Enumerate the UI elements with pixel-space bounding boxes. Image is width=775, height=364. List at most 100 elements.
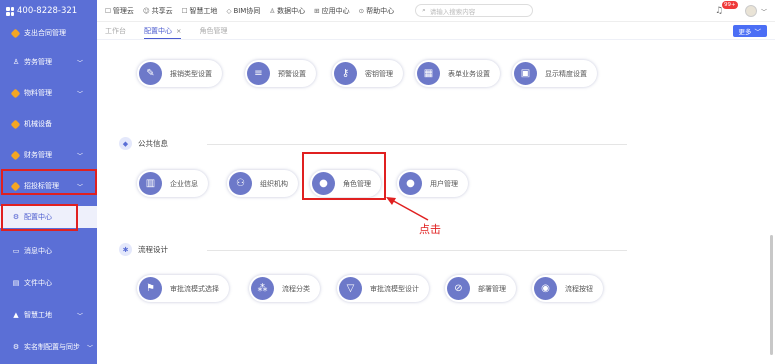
bell-icon: ♫ xyxy=(714,6,724,16)
sidebar-item-finance[interactable]: 财务管理 ﹀ xyxy=(0,144,97,166)
key-management[interactable]: ⚷ 密钥管理 xyxy=(332,60,403,87)
chat-icon: ▭ xyxy=(12,247,20,255)
pill-label: 审批流模型设计 xyxy=(370,284,419,293)
nav-app-center[interactable]: ⊞ 应用中心 xyxy=(314,6,349,16)
pill-label: 表单业务设置 xyxy=(448,69,490,78)
close-icon[interactable]: × xyxy=(176,27,181,35)
deployment-management[interactable]: ⊘ 部署管理 xyxy=(445,275,516,302)
nav-label: 数据中心 xyxy=(277,6,306,15)
helmet-icon: ▲ xyxy=(13,311,19,319)
pill-label: 部署管理 xyxy=(478,284,506,293)
chevron-down-icon: ﹀ xyxy=(760,8,767,16)
sidebar-item-label: 财务管理 xyxy=(24,151,52,159)
sidebar-item-label: 机械设备 xyxy=(24,120,52,128)
square-icon: ☐ xyxy=(181,6,188,15)
nav-bim[interactable]: ◇ BIM协同 xyxy=(226,6,260,16)
notification-button[interactable]: ♫ 99+ xyxy=(714,0,738,22)
section-title: 公共信息 xyxy=(138,139,168,148)
sidebar-item-material[interactable]: 物料管理 ﹀ xyxy=(0,82,97,104)
sidebar-item-files[interactable]: ▤ 文件中心 xyxy=(0,272,97,294)
sidebar-item-realname[interactable]: ⚙ 实名制配置与同步 ﹀ xyxy=(0,336,97,358)
gem-icon xyxy=(10,88,21,98)
nav-management-cloud[interactable]: ☐ 管理云 xyxy=(105,6,134,16)
pill-label: 企业信息 xyxy=(170,179,198,188)
tab-config-center[interactable]: 配置中心 × xyxy=(144,22,182,39)
monitor-icon: ▣ xyxy=(514,62,537,85)
sidebar-item-messages[interactable]: ▭ 消息中心 xyxy=(0,240,97,262)
scrollbar[interactable] xyxy=(770,235,773,355)
search-icon: ⌕ xyxy=(422,6,426,14)
chevron-down-icon: ﹀ xyxy=(76,90,83,98)
highlight-bidding xyxy=(1,169,97,195)
tab-bar: 工作台 配置中心 × 角色管理 更多 ﹀ xyxy=(97,22,775,39)
sidebar-item-smart-site[interactable]: ▲ 智慧工地 ﹀ xyxy=(0,304,97,326)
pill-label: 流程分类 xyxy=(282,284,310,293)
pill-label: 报销类型设置 xyxy=(170,69,212,78)
click-callout: 点击 xyxy=(419,223,441,236)
chevron-down-icon: ﹀ xyxy=(76,152,83,160)
sidebar-item-machinery[interactable]: 机械设备 xyxy=(0,113,97,135)
key-icon: ⚷ xyxy=(334,62,357,85)
topbar-right: ♫ 99+ ﹀ xyxy=(715,0,767,22)
chevron-down-icon: ﹀ xyxy=(754,28,762,36)
chevron-down-icon: ﹀ xyxy=(76,312,83,320)
chevron-down-icon: ﹀ xyxy=(86,344,93,352)
gem-icon xyxy=(10,119,21,129)
smile-icon: ☺ xyxy=(142,6,150,15)
org-structure[interactable]: ⚇ 组织机构 xyxy=(227,170,298,197)
list-icon: ≡ xyxy=(247,62,270,85)
flow-buttons[interactable]: ◉ 流程按钮 xyxy=(532,275,603,302)
form-business-settings[interactable]: ▦ 表单业务设置 xyxy=(415,60,500,87)
tab-role-management[interactable]: 角色管理 xyxy=(199,22,227,39)
flow-category[interactable]: ⁂ 流程分类 xyxy=(249,275,320,302)
warning-settings[interactable]: ≡ 预警设置 xyxy=(245,60,316,87)
avatar xyxy=(744,5,757,17)
cube-icon: ◇ xyxy=(226,6,232,15)
more-button[interactable]: 更多 ﹀ xyxy=(732,25,767,37)
search-placeholder: 请输入搜索内容 xyxy=(429,7,476,16)
highlight-config xyxy=(1,204,78,231)
approval-mode-select[interactable]: ⚑ 审批流模式选择 xyxy=(137,275,229,302)
search-input[interactable]: ⌕ 请输入搜索内容 xyxy=(415,4,534,17)
precision-settings[interactable]: ▣ 显示精度设置 xyxy=(512,60,597,87)
tag-icon: ◆ xyxy=(119,137,132,150)
pill-label: 显示精度设置 xyxy=(545,69,587,78)
main-content: ✎ 报销类型设置 ≡ 预警设置 ⚷ 密钥管理 ▦ 表单业务设置 ▣ 显示精度设置… xyxy=(97,40,775,364)
grid-icon: ⊞ xyxy=(314,6,320,15)
chevron-down-icon: ﹀ xyxy=(76,59,83,67)
sidebar-item-label: 劳务管理 xyxy=(24,58,52,66)
sidebar-item-label: 文件中心 xyxy=(24,279,52,287)
nav-smart-site[interactable]: ☐ 智慧工地 xyxy=(182,6,218,16)
user-menu[interactable]: ﹀ xyxy=(744,5,767,17)
nav-label: 管理云 xyxy=(112,6,134,15)
nav-shared-cloud[interactable]: ☺ 共享云 xyxy=(143,6,173,16)
company-info[interactable]: ▥ 企业信息 xyxy=(137,170,208,197)
notification-badge: 99+ xyxy=(721,1,738,9)
form-icon: ▦ xyxy=(417,62,440,85)
top-navigation: ☐ 管理云 ☺ 共享云 ☐ 智慧工地 ◇ BIM协同 ♙ 数据中心 ⊞ 应用中心 ⊙ 帮助中心… xyxy=(97,0,775,22)
pill-label: 用户管理 xyxy=(430,179,458,188)
sidebar-item-label: 实名制配置与同步 xyxy=(24,343,80,351)
nav-label: BIM协同 xyxy=(233,6,261,15)
user-management[interactable]: ● 用户管理 xyxy=(397,170,468,197)
gem-icon xyxy=(10,28,21,38)
square-icon: ☐ xyxy=(105,6,111,15)
nav-help-center[interactable]: ⊙ 帮助中心 xyxy=(359,6,394,16)
gear-icon: ⚙ xyxy=(12,343,20,351)
pill-label: 预警设置 xyxy=(278,69,306,78)
sidebar-item-contract[interactable]: 支出合同管理 xyxy=(0,22,97,44)
nav-data-center[interactable]: ♙ 数据中心 xyxy=(269,6,305,16)
tab-workbench[interactable]: 工作台 xyxy=(105,22,126,39)
file-icon: ▤ xyxy=(12,279,20,287)
pill-label: 流程按钮 xyxy=(565,284,593,293)
nav-label: 帮助中心 xyxy=(366,6,395,15)
logo-icon xyxy=(6,6,14,16)
pill-label: 审批流模式选择 xyxy=(170,284,219,293)
building-icon: ▥ xyxy=(139,172,162,195)
sidebar-item-labor[interactable]: ♙ 劳务管理 ﹀ xyxy=(0,51,97,73)
expense-type-settings[interactable]: ✎ 报销类型设置 xyxy=(137,60,222,87)
eye-off-icon: ⊘ xyxy=(447,277,470,300)
approval-model-design[interactable]: ▽ 审批流模型设计 xyxy=(337,275,429,302)
target-icon: ◉ xyxy=(534,277,557,300)
people-icon: ♙ xyxy=(12,58,20,66)
